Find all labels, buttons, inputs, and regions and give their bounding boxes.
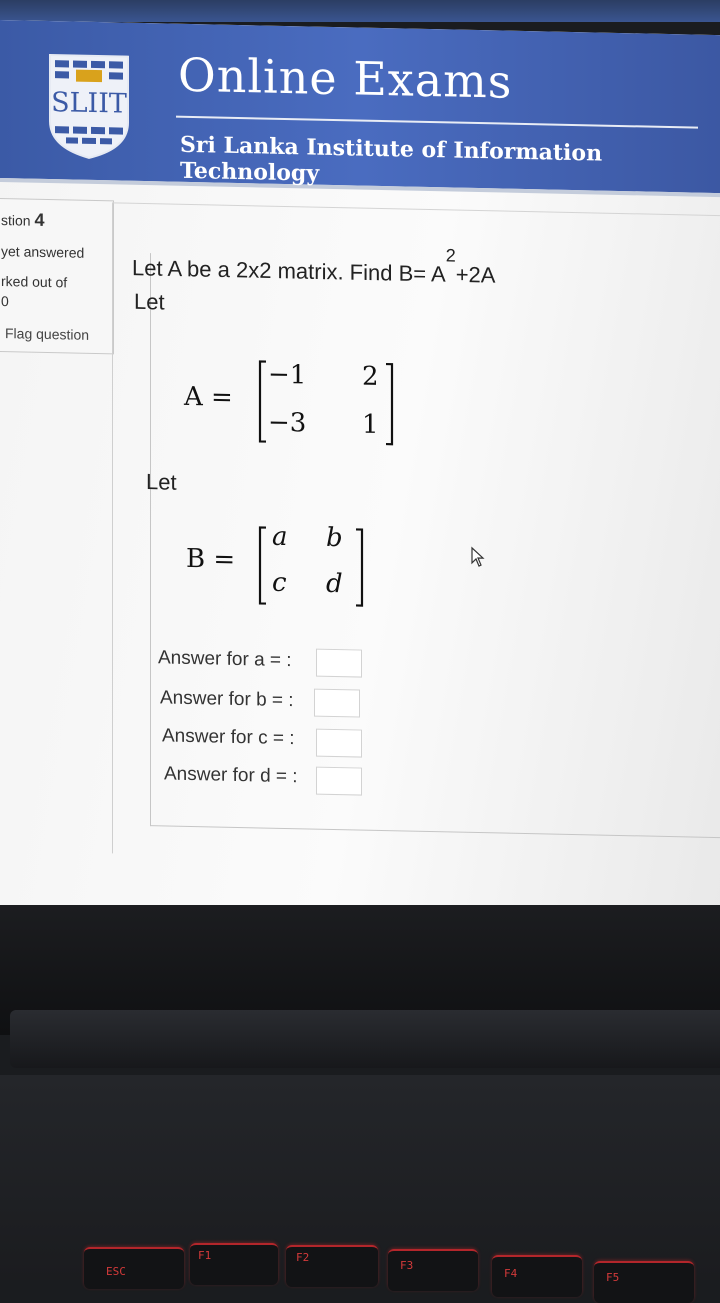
let-text-2: Let <box>146 469 177 495</box>
question-number: stion 4 <box>1 209 45 230</box>
question-info-panel: stion 4 yet answered rked out of 0 Flag … <box>0 197 114 355</box>
answer-status: yet answered <box>1 243 85 261</box>
matrix-a-r2c2: 1 <box>362 409 379 440</box>
marks-value: 0 <box>1 293 9 310</box>
answer-b-input[interactable] <box>314 688 360 718</box>
flag-question-link[interactable]: Flag question <box>5 325 89 343</box>
let-text-1: Let <box>134 288 165 315</box>
header-banner: SLIIT Online Exams Sri Lanka Institute o… <box>0 20 720 198</box>
hinge-ridge <box>10 1010 720 1068</box>
f1-key[interactable]: F1 <box>190 1243 278 1285</box>
matrix-b-r2c1: c <box>272 567 287 599</box>
site-title: Online Exams <box>178 47 513 109</box>
keyboard-deck: ESC F1 F2 F3 F4 F5 <box>0 1075 720 1303</box>
answer-c-input[interactable] <box>316 728 362 758</box>
f5-key[interactable]: F5 <box>594 1261 694 1303</box>
browser-screen: SLIIT Online Exams Sri Lanka Institute o… <box>0 20 720 931</box>
mouse-cursor-icon <box>471 546 485 567</box>
screen-bezel <box>0 0 720 22</box>
matrix-a: A = −1 2 −3 1 <box>184 354 424 449</box>
answer-d-input[interactable] <box>316 766 362 796</box>
answer-d-label: Answer for d = : <box>164 763 298 788</box>
institute-name: Sri Lanka Institute of Information Techn… <box>180 131 603 187</box>
matrix-b: B = a b c d <box>186 520 386 614</box>
matrix-b-r1c1: a <box>272 521 288 553</box>
f2-key[interactable]: F2 <box>286 1245 378 1287</box>
matrix-a-r1c1: −1 <box>268 359 307 391</box>
marks-label: rked out of <box>1 273 68 291</box>
matrix-b-r2c2: d <box>326 568 343 600</box>
sliit-logo: SLIIT <box>49 54 129 159</box>
answer-c-label: Answer for c = : <box>162 725 295 750</box>
answer-a-label: Answer for a = : <box>158 647 292 672</box>
title-divider <box>176 115 698 129</box>
answer-b-label: Answer for b = : <box>160 687 294 712</box>
f3-key[interactable]: F3 <box>388 1249 478 1291</box>
esc-key[interactable]: ESC <box>84 1247 184 1289</box>
matrix-a-r1c2: 2 <box>362 361 379 392</box>
matrix-a-r2c1: −3 <box>268 407 307 439</box>
matrix-b-r1c2: b <box>326 522 343 554</box>
f4-key[interactable]: F4 <box>492 1255 582 1297</box>
svg-text:SLIIT: SLIIT <box>51 87 127 120</box>
answer-a-input[interactable] <box>316 648 362 678</box>
